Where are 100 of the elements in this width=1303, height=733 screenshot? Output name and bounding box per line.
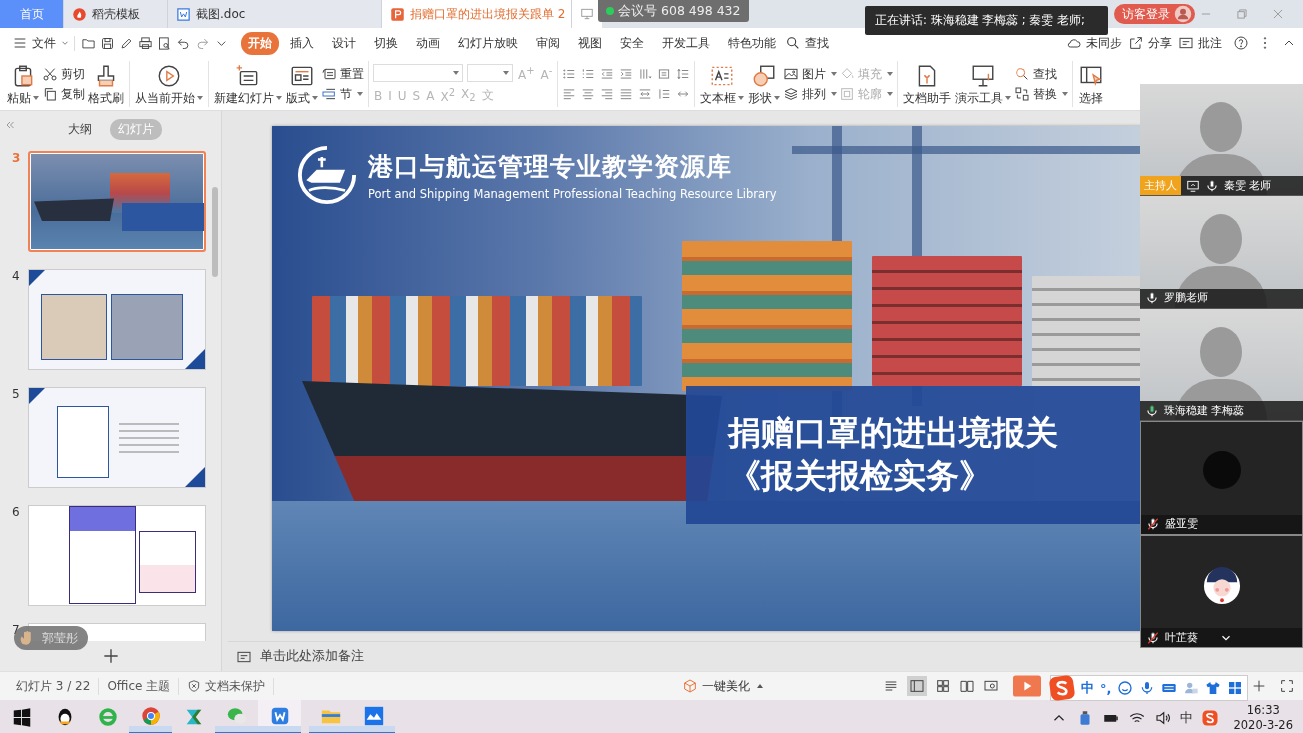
input-mode-button[interactable]: 中 xyxy=(1081,679,1094,697)
guest-login-button[interactable]: 访客登录 xyxy=(1114,4,1195,24)
search-icon xyxy=(785,35,801,51)
toolbar-action[interactable]: 未同步 xyxy=(1066,34,1122,52)
play-button[interactable] xyxy=(1013,675,1041,697)
align-center-icon[interactable] xyxy=(581,87,596,101)
align-right-icon[interactable] xyxy=(600,87,615,101)
slide-number: 5 xyxy=(12,387,21,401)
clock-time[interactable]: 16:33 xyxy=(1246,702,1280,718)
ribbon-button[interactable]: 文档助手 xyxy=(902,62,953,106)
notes-placeholder[interactable]: 单击此处添加备注 xyxy=(260,648,364,665)
ribbon-button[interactable]: 剪切 xyxy=(42,66,85,82)
slide-thumbnail[interactable] xyxy=(28,269,206,370)
ribbon-button[interactable]: 文本框 xyxy=(699,62,746,106)
scissors-icon xyxy=(42,66,58,82)
ribbon-button[interactable]: 查找 xyxy=(1014,66,1069,82)
input-mode-button[interactable]: °, xyxy=(1100,680,1112,696)
beautify-button[interactable]: 一键美化 xyxy=(682,677,763,695)
ribbon-button[interactable]: 新建幻灯片 xyxy=(213,62,283,106)
bullet-list-icon[interactable] xyxy=(562,67,577,81)
save-icon[interactable] xyxy=(100,35,115,51)
ribbon-button[interactable]: 形状 xyxy=(747,62,782,106)
grid-view-icon[interactable] xyxy=(935,678,951,694)
shield-icon xyxy=(187,679,202,693)
document-icon xyxy=(176,6,191,22)
document-tab[interactable]: 稻壳模板 xyxy=(64,0,168,28)
shirt-icon[interactable] xyxy=(1205,680,1222,696)
ribbon-button[interactable]: 演示工具 xyxy=(954,62,1013,106)
ribbon-tab[interactable]: 动画 xyxy=(409,31,447,55)
line-spacing-icon[interactable] xyxy=(676,67,691,81)
ribbon-button[interactable]: 选择 xyxy=(1077,62,1106,106)
avatar-icon xyxy=(1174,5,1192,23)
ribbon-button[interactable]: 重置 xyxy=(321,66,364,82)
ribbon-tab[interactable]: 插入 xyxy=(283,31,321,55)
slide-title: 捐赠口罩的进出境报关 xyxy=(728,412,1059,455)
input-method-logo-icon[interactable] xyxy=(1201,708,1220,727)
ribbon-button[interactable]: 图片 xyxy=(783,66,838,82)
library-title: 港口与航运管理专业教学资源库 xyxy=(368,150,733,183)
input-language-indicator[interactable]: 中 xyxy=(1180,708,1194,727)
print-preview-icon[interactable] xyxy=(157,35,172,51)
help-icon[interactable] xyxy=(1233,35,1249,51)
toolbar-action[interactable]: 分享 xyxy=(1128,34,1172,52)
ribbon-tab[interactable]: 开发工具 xyxy=(655,31,717,55)
ribbon-tab[interactable]: 切换 xyxy=(367,31,405,55)
align-text-icon[interactable] xyxy=(657,67,672,81)
normal-view-icon[interactable] xyxy=(907,676,927,696)
library-subtitle: Port and Shipping Management Professional Teaching Resource Library xyxy=(368,186,777,201)
ribbon-button[interactable]: 复制 xyxy=(42,86,85,102)
clock-date[interactable]: 2020-3-26 xyxy=(1233,717,1293,733)
image-icon xyxy=(783,66,800,82)
protection-button[interactable]: 文档未保护 xyxy=(179,677,275,695)
screen-share-icon xyxy=(1186,178,1200,193)
align-left-icon[interactable] xyxy=(562,87,577,101)
cartoon-avatar-icon xyxy=(1202,567,1241,606)
ribbon-button[interactable]: 粘贴 xyxy=(6,62,40,106)
slide-title: 《报关报检实务》 xyxy=(728,455,993,497)
reading-view-icon[interactable] xyxy=(959,678,975,694)
ribbon-button[interactable]: 从当前开始 xyxy=(134,62,204,106)
ribbon-button[interactable]: 格式刷 xyxy=(87,62,125,106)
numbered-list-icon[interactable] xyxy=(581,67,596,81)
ribbon-button[interactable]: 版式 xyxy=(285,62,319,106)
panel-tab[interactable]: 大纲 xyxy=(59,118,100,140)
browser-e-icon xyxy=(96,705,119,728)
slide-thumbnail[interactable] xyxy=(28,505,206,606)
reset-icon xyxy=(321,66,337,82)
search-button[interactable]: 查找 xyxy=(785,34,829,52)
slide-thumbnail[interactable] xyxy=(28,151,206,252)
smiley-icon[interactable] xyxy=(1117,680,1134,696)
fit-window-icon[interactable] xyxy=(1279,678,1295,694)
document-tab[interactable]: 截图.doc xyxy=(168,0,382,28)
file-menu[interactable]: 文件 xyxy=(12,34,70,52)
ribbon-button[interactable]: 排列 xyxy=(783,86,838,102)
distribute-icon[interactable] xyxy=(638,87,653,101)
participant-name: 罗鹏老师 xyxy=(1164,291,1208,306)
indent-icon[interactable] xyxy=(619,67,634,81)
ribbon-button[interactable]: 替换 xyxy=(1014,86,1069,102)
outdent-icon[interactable] xyxy=(600,67,615,81)
zoom-in-icon[interactable] xyxy=(1251,678,1267,694)
presenter-view-icon[interactable] xyxy=(983,678,999,694)
input-method-logo-icon[interactable] xyxy=(1049,675,1075,701)
ribbon-tab[interactable]: 审阅 xyxy=(529,31,567,55)
text-direction-icon[interactable] xyxy=(638,67,653,81)
ribbon-button[interactable]: 节 xyxy=(321,86,364,102)
ribbon-tab[interactable]: 幻灯片放映 xyxy=(451,31,525,55)
slide-number: 4 xyxy=(12,269,21,283)
notes-view-icon[interactable] xyxy=(883,678,899,694)
ribbon-tab[interactable]: 视图 xyxy=(571,31,609,55)
participant-name: 秦雯 老师 xyxy=(1224,178,1272,193)
slide-thumbnail[interactable] xyxy=(28,387,206,488)
ribbon-tab[interactable]: 特色功能 xyxy=(721,31,783,55)
chrome-icon xyxy=(139,705,162,727)
justify-icon[interactable] xyxy=(619,87,634,101)
paragraph-spacing-icon[interactable] xyxy=(657,87,672,101)
grid-squares-icon[interactable] xyxy=(1227,680,1244,696)
ribbon-tab[interactable]: 安全 xyxy=(613,31,651,55)
monitor-icon[interactable] xyxy=(580,7,594,21)
ribbon-tab[interactable]: 设计 xyxy=(325,31,363,55)
collapse-panel-icon[interactable] xyxy=(4,119,16,131)
toolbar-action[interactable]: 批注 xyxy=(1178,34,1222,52)
printer-icon[interactable] xyxy=(138,35,153,51)
